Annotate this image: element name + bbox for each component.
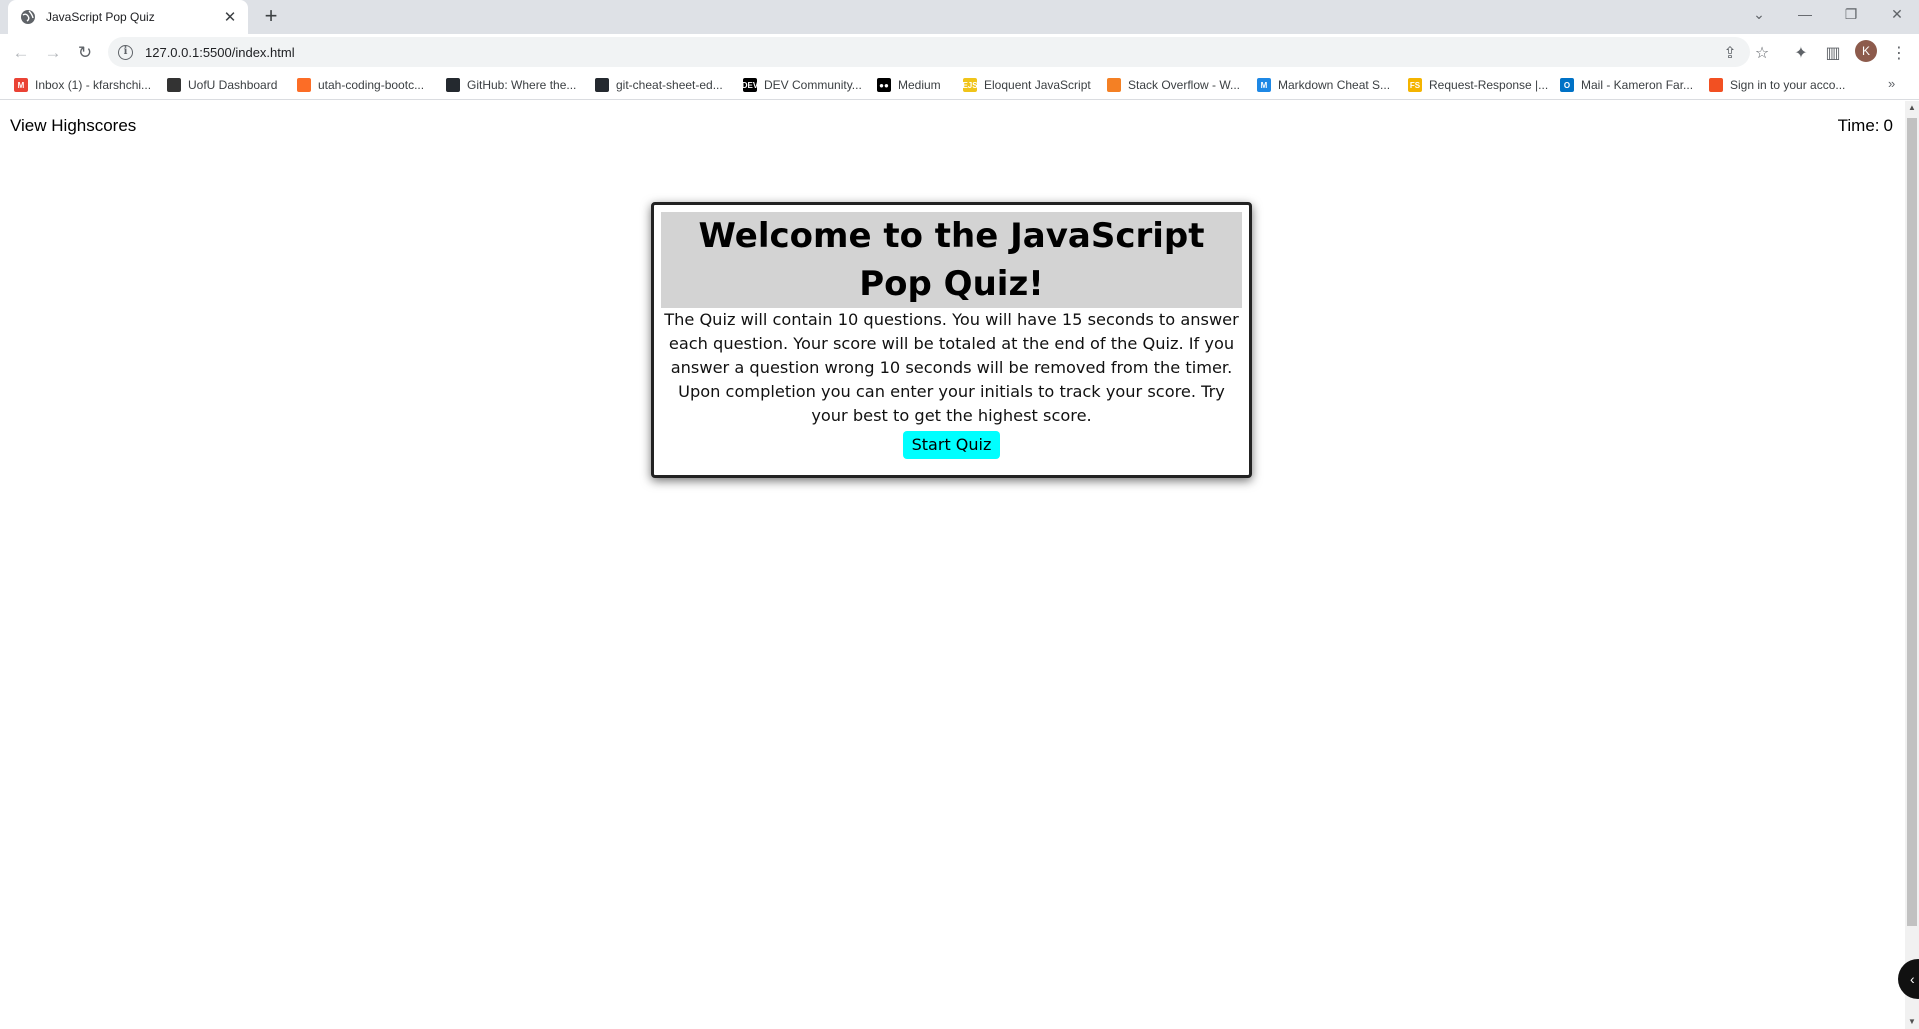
- timer-value: 0: [1883, 116, 1893, 135]
- dev-icon: DEV: [742, 78, 758, 92]
- bookmark-label: Eloquent JavaScript: [984, 78, 1091, 92]
- bookmark-label: DEV Community...: [764, 78, 862, 92]
- canvas-icon: [167, 78, 181, 92]
- bookmark-item[interactable]: M Inbox (1) - kfarshchi...: [14, 76, 151, 94]
- bookmark-item[interactable]: EJS Eloquent JavaScript: [962, 76, 1091, 94]
- bookmark-item[interactable]: DEV DEV Community...: [742, 76, 862, 94]
- tab-title: JavaScript Pop Quiz: [46, 10, 155, 24]
- extensions-icon[interactable]: ✦: [1788, 40, 1814, 66]
- microsoft-icon: [1709, 78, 1723, 92]
- browser-toolbar: ← → ↻ i 127.0.0.1:5500/index.html ⇪ ☆ ✦ …: [0, 34, 1919, 70]
- bookmark-item[interactable]: ●● Medium: [877, 76, 941, 94]
- bookmark-label: Sign in to your acco...: [1730, 78, 1846, 92]
- view-highscores-link[interactable]: View Highscores: [10, 116, 136, 136]
- restore-icon[interactable]: ❐: [1834, 0, 1868, 28]
- new-tab-button[interactable]: +: [258, 4, 284, 30]
- markdown-icon: M: [1257, 78, 1271, 92]
- outlook-icon: O: [1560, 78, 1574, 92]
- bookmark-label: Medium: [898, 78, 941, 92]
- bookmark-label: utah-coding-bootc...: [318, 78, 425, 92]
- bookmark-label: GitHub: Where the...: [467, 78, 577, 92]
- bookmark-label: Inbox (1) - kfarshchi...: [35, 78, 152, 92]
- medium-icon: ●●: [877, 78, 891, 92]
- timer: Time: 0: [1834, 116, 1893, 136]
- quiz-title: Welcome to the JavaScript Pop Quiz!: [661, 212, 1242, 308]
- stackoverflow-icon: [1107, 78, 1121, 92]
- bookmark-item[interactable]: UofU Dashboard: [167, 76, 277, 94]
- window-close-icon[interactable]: ✕: [1880, 0, 1914, 28]
- bookmark-label: Mail - Kameron Far...: [1581, 78, 1694, 92]
- scroll-down-icon[interactable]: ▼: [1905, 1015, 1919, 1029]
- bookmark-label: Markdown Cheat S...: [1278, 78, 1391, 92]
- ejs-icon: EJS: [962, 78, 978, 92]
- bookmark-label: git-cheat-sheet-ed...: [616, 78, 723, 92]
- gitlab-icon: [297, 78, 311, 92]
- quiz-description: The Quiz will contain 10 questions. You …: [664, 310, 1239, 425]
- tab-strip: JavaScript Pop Quiz ✕ + ⌄ — ❐ ✕: [0, 0, 1919, 34]
- gmail-icon: M: [14, 78, 28, 92]
- bookmark-item[interactable]: git-cheat-sheet-ed...: [595, 76, 723, 94]
- back-icon[interactable]: ←: [8, 40, 34, 66]
- bookmark-label: UofU Dashboard: [188, 78, 278, 92]
- bookmark-item[interactable]: Sign in to your acco...: [1709, 76, 1845, 94]
- site-info-icon[interactable]: i: [118, 44, 133, 60]
- menu-icon[interactable]: ⋮: [1886, 40, 1912, 66]
- profile-avatar[interactable]: K: [1855, 40, 1877, 62]
- globe-icon: [21, 10, 35, 24]
- bookmark-label: Stack Overflow - W...: [1128, 78, 1241, 92]
- bookmark-label: Request-Response |...: [1429, 78, 1549, 92]
- timer-label: Time:: [1837, 116, 1880, 135]
- bookmark-item[interactable]: utah-coding-bootc...: [297, 76, 424, 94]
- tab-search-icon[interactable]: ⌄: [1742, 0, 1776, 28]
- bookmarks-overflow-icon[interactable]: »: [1888, 76, 1895, 91]
- bookmark-item[interactable]: Stack Overflow - W...: [1107, 76, 1240, 94]
- forward-icon[interactable]: →: [40, 40, 66, 66]
- bookmark-item[interactable]: M Markdown Cheat S...: [1257, 76, 1390, 94]
- request-response-icon: FS: [1408, 78, 1422, 92]
- close-tab-icon[interactable]: ✕: [222, 8, 238, 26]
- page-scrollbar[interactable]: ▲ ▼: [1905, 101, 1919, 1029]
- share-icon[interactable]: ⇪: [1717, 40, 1743, 66]
- browser-tab[interactable]: JavaScript Pop Quiz ✕: [8, 0, 248, 34]
- bookmarks-bar: » M Inbox (1) - kfarshchi... UofU Dashboar…: [0, 70, 1919, 100]
- address-bar[interactable]: i 127.0.0.1:5500/index.html: [108, 37, 1750, 67]
- github-icon: [446, 78, 460, 92]
- bookmark-item[interactable]: O Mail - Kameron Far...: [1560, 76, 1693, 94]
- start-quiz-button[interactable]: Start Quiz: [902, 431, 1001, 459]
- bookmark-star-icon[interactable]: ☆: [1749, 40, 1775, 66]
- quiz-start-card: Welcome to the JavaScript Pop Quiz! The …: [651, 202, 1252, 478]
- github-icon: [595, 78, 609, 92]
- url-text[interactable]: 127.0.0.1:5500/index.html: [145, 45, 295, 60]
- page-viewport: View Highscores Time: 0 Welcome to the Ja…: [0, 101, 1905, 1029]
- side-panel-icon[interactable]: ▥: [1820, 40, 1846, 66]
- scroll-up-icon[interactable]: ▲: [1905, 101, 1919, 115]
- minimize-icon[interactable]: —: [1788, 0, 1822, 28]
- bookmark-item[interactable]: GitHub: Where the...: [446, 76, 576, 94]
- reload-icon[interactable]: ↻: [72, 40, 98, 66]
- scroll-thumb[interactable]: [1907, 118, 1917, 926]
- bookmark-item[interactable]: FS Request-Response |...: [1408, 76, 1548, 94]
